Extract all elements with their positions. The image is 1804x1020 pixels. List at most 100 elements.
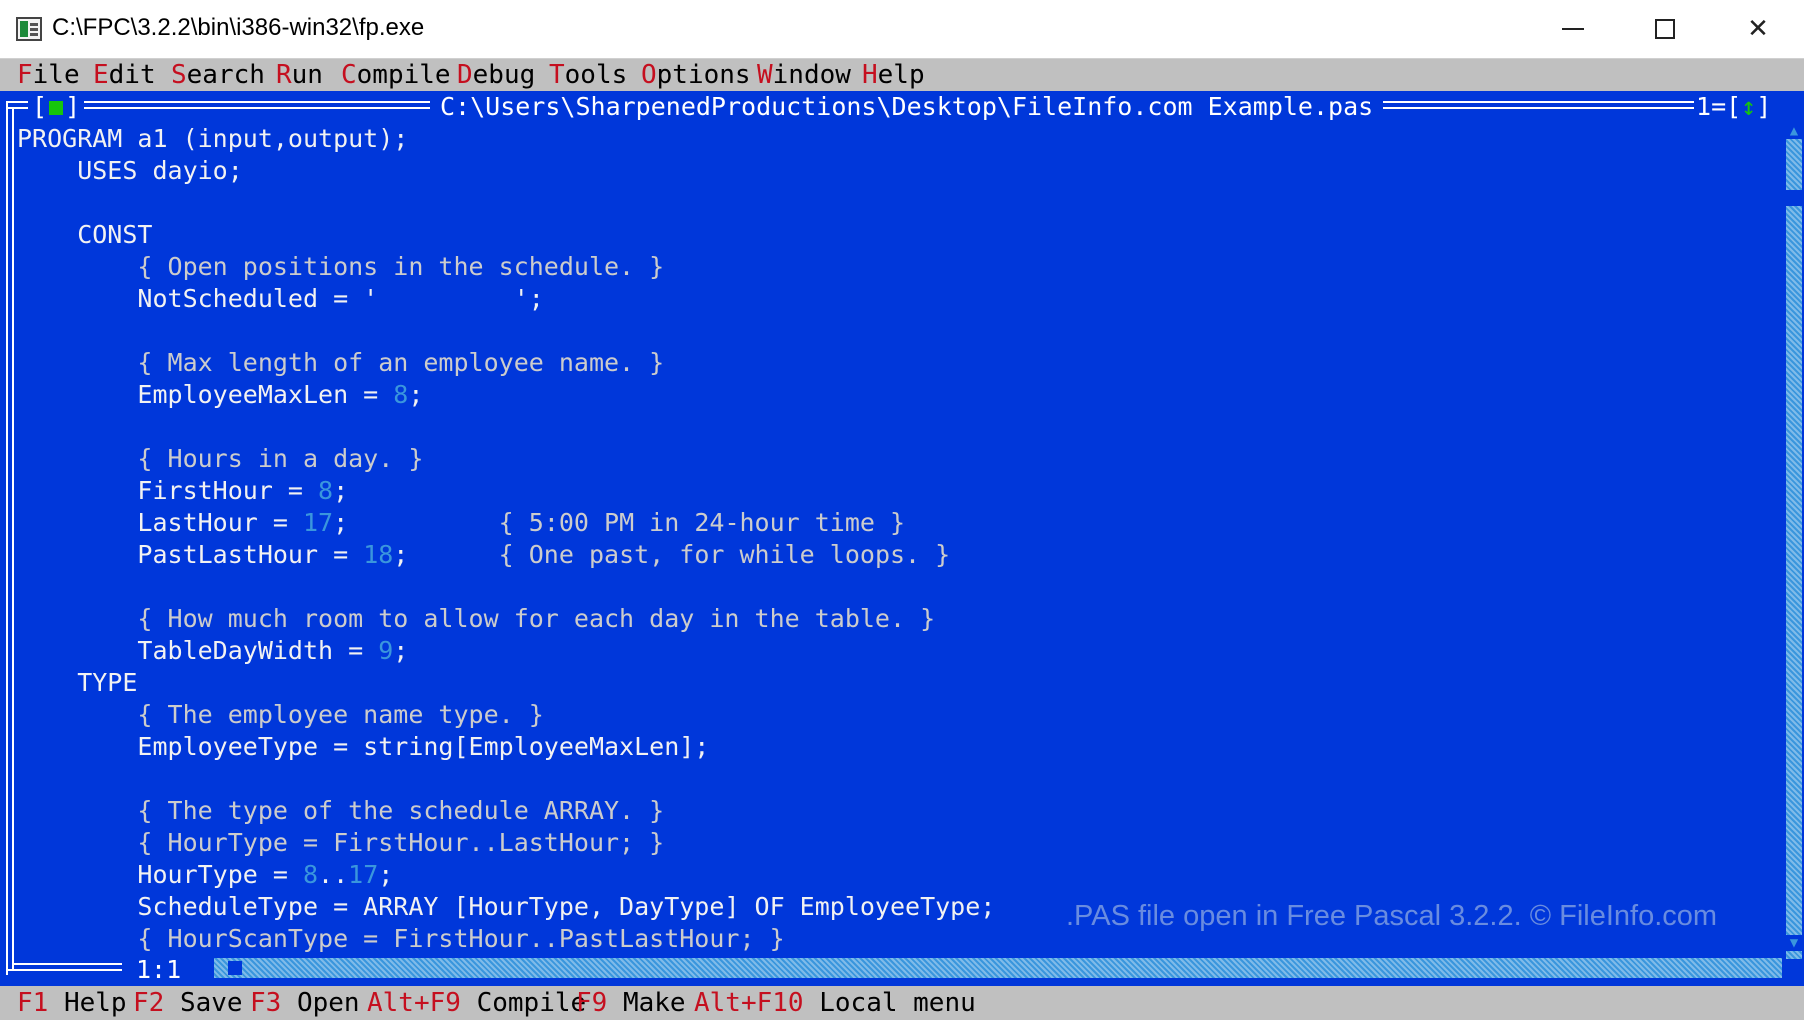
menu-item-file[interactable]: File: [17, 59, 80, 91]
menu-bar: File Edit Search Run Compile Debug Tools Option…: [0, 59, 1804, 91]
code-comment: { Hours in a day. }: [17, 444, 424, 473]
code-text: ;: [333, 508, 499, 537]
vertical-scrollbar[interactable]: [1786, 123, 1802, 959]
code-text: ;: [378, 860, 394, 889]
code-line[interactable]: { Hours in a day. }: [17, 443, 995, 475]
code-line[interactable]: [17, 763, 995, 795]
menu-label: ools: [564, 60, 628, 90]
code-line[interactable]: { Max length of an employee name. }: [17, 347, 995, 379]
editor-close-box[interactable]: []: [28, 91, 85, 123]
code-line[interactable]: { Open positions in the schedule. }: [17, 251, 995, 283]
code-text: EmployeeMaxLen =: [17, 380, 394, 409]
maximize-button[interactable]: [1619, 0, 1711, 58]
code-line[interactable]: { The type of the schedule ARRAY. }: [17, 795, 995, 827]
code-number: 17: [348, 860, 379, 889]
code-comment: { The type of the schedule ARRAY. }: [17, 796, 665, 825]
close-box-icon: [49, 101, 64, 115]
menu-label: dit: [108, 60, 156, 90]
code-comment: { How much room to allow for each day in…: [17, 604, 936, 633]
scroll-up-arrow-icon[interactable]: ▲: [1786, 123, 1802, 139]
horizontal-scroll-thumb[interactable]: [228, 961, 242, 975]
code-line[interactable]: NotScheduled = ' ';: [17, 283, 995, 315]
minimize-button[interactable]: [1527, 0, 1619, 58]
code-text: EmployeeType = string[EmployeeMaxLen];: [17, 732, 710, 761]
status-item-compile[interactable]: Alt+F9 Compile: [367, 986, 586, 1020]
close-button[interactable]: ✕: [1712, 0, 1804, 58]
code-text: HourType =: [17, 860, 303, 889]
code-text: ;: [333, 476, 349, 505]
code-line[interactable]: { HourType = FirstHour..LastHour; }: [17, 827, 995, 859]
editor-file-path: C:\Users\SharpenedProductions\Desktop\Fi…: [430, 91, 1384, 123]
code-comment: { HourScanType = FirstHour..PastLastHour…: [17, 924, 785, 953]
menu-label: ebug: [472, 60, 536, 90]
terminal-app-icon[interactable]: [16, 17, 42, 41]
code-line[interactable]: CONST: [17, 219, 995, 251]
code-text: FirstHour =: [17, 476, 319, 505]
status-item-open[interactable]: F3 Open: [250, 986, 360, 1020]
code-line[interactable]: [17, 315, 995, 347]
code-line[interactable]: { The employee name type. }: [17, 699, 995, 731]
code-line[interactable]: [17, 411, 995, 443]
status-item-make[interactable]: F9 Make: [576, 986, 686, 1020]
code-line[interactable]: ScheduleType = ARRAY [HourType, DayType]…: [17, 891, 995, 923]
frame-left-line: [6, 101, 8, 975]
code-line[interactable]: [17, 187, 995, 219]
status-key: F3: [250, 988, 282, 1018]
code-line[interactable]: EmployeeMaxLen = 8;: [17, 379, 995, 411]
window-number: 1=[↕]: [1694, 91, 1774, 123]
code-text: PROGRAM a1 (input,output);: [17, 124, 409, 153]
code-line[interactable]: PROGRAM a1 (input,output);: [17, 123, 995, 155]
code-line[interactable]: USES dayio;: [17, 155, 995, 187]
code-number: 8: [318, 476, 334, 505]
status-key: F9: [576, 988, 608, 1018]
code-text: ScheduleType = ARRAY [HourType, DayType]…: [17, 892, 996, 921]
menu-item-options[interactable]: Options: [641, 59, 751, 91]
zoom-icon[interactable]: ↕: [1741, 92, 1756, 121]
code-text: NotScheduled = ' ';: [17, 284, 544, 313]
code-line[interactable]: LastHour = 17; { 5:00 PM in 24-hour time…: [17, 507, 995, 539]
code-line[interactable]: HourType = 8..17;: [17, 859, 995, 891]
vertical-scroll-thumb[interactable]: [1786, 190, 1802, 206]
code-comment: { 5:00 PM in 24-hour time }: [498, 508, 906, 537]
menu-hotkey: E: [93, 60, 109, 90]
menu-item-help[interactable]: Help: [862, 59, 925, 91]
status-item-local-menu[interactable]: Alt+F10 Local menu: [694, 986, 976, 1020]
code-line[interactable]: { HourScanType = FirstHour..PastLastHour…: [17, 923, 995, 955]
menu-label: indow: [772, 60, 851, 90]
menu-item-window[interactable]: Window: [757, 59, 851, 91]
menu-item-debug[interactable]: Debug: [457, 59, 535, 91]
menu-label: un: [291, 60, 323, 90]
menu-hotkey: F: [17, 60, 33, 90]
menu-item-edit[interactable]: Edit: [93, 59, 156, 91]
code-line[interactable]: PastLastHour = 18; { One past, for while…: [17, 539, 995, 571]
status-item-save[interactable]: F2 Save: [133, 986, 243, 1020]
status-label: Save: [164, 988, 243, 1018]
code-number: 8: [393, 380, 409, 409]
menu-item-compile[interactable]: Compile: [341, 59, 451, 91]
menu-hotkey: S: [171, 60, 187, 90]
scroll-down-arrow-icon[interactable]: ▼: [1786, 935, 1802, 951]
menu-item-search[interactable]: Search: [171, 59, 265, 91]
code-comment: { Max length of an employee name. }: [17, 348, 665, 377]
status-item-help[interactable]: F1 Help: [17, 986, 127, 1020]
code-line[interactable]: TableDayWidth = 9;: [17, 635, 995, 667]
code-editor[interactable]: PROGRAM a1 (input,output); USES dayio; C…: [17, 123, 995, 955]
status-label: Help: [48, 988, 127, 1018]
menu-hotkey: H: [862, 60, 878, 90]
code-line[interactable]: FirstHour = 8;: [17, 475, 995, 507]
status-label: Compile: [460, 988, 587, 1018]
menu-label: ompile: [356, 60, 451, 90]
code-line[interactable]: TYPE: [17, 667, 995, 699]
code-comment: { One past, for while loops. }: [498, 540, 951, 569]
menu-item-run[interactable]: Run: [276, 59, 323, 91]
code-line[interactable]: { How much room to allow for each day in…: [17, 603, 995, 635]
menu-item-tools[interactable]: Tools: [549, 59, 627, 91]
code-line[interactable]: EmployeeType = string[EmployeeMaxLen];: [17, 731, 995, 763]
code-comment: { Open positions in the schedule. }: [17, 252, 665, 281]
code-line[interactable]: [17, 571, 995, 603]
frame-left-line: [12, 107, 14, 969]
horizontal-scrollbar[interactable]: [214, 958, 1782, 978]
menu-hotkey: R: [276, 60, 292, 90]
status-label: Local menu: [803, 988, 976, 1018]
code-number: 8: [302, 860, 319, 889]
